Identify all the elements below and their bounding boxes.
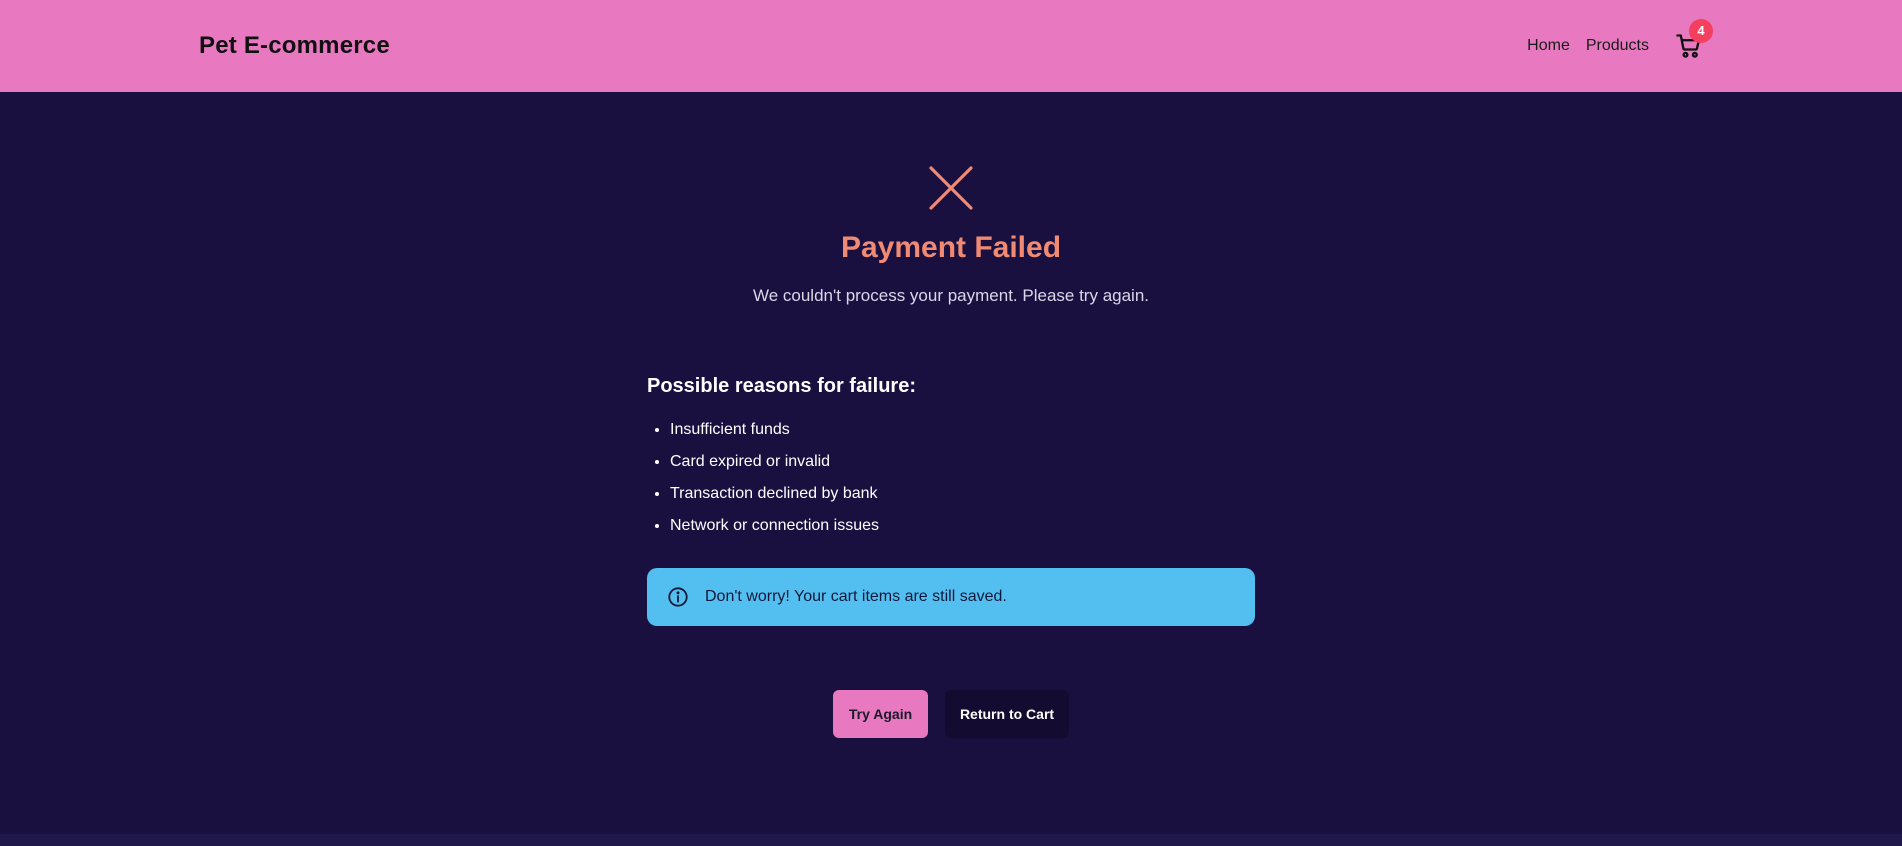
payment-failed-page: Pet E-commerce Home Products 4 Payment F… — [0, 0, 1902, 846]
reason-item: Card expired or invalid — [670, 446, 1255, 478]
brand-logo[interactable]: Pet E-commerce — [199, 32, 390, 60]
page-title: Payment Failed — [840, 231, 1062, 264]
reasons-heading: Possible reasons for failure: — [647, 375, 916, 397]
reason-item: Network or connection issues — [670, 510, 1255, 542]
action-buttons: Try Again Return to Cart — [0, 690, 1902, 738]
info-circle-icon — [668, 587, 688, 607]
cart-saved-notice: Don't worry! Your cart items are still s… — [647, 568, 1255, 626]
reasons-list: Insufficient funds Card expired or inval… — [647, 414, 1255, 542]
cart-count-badge: 4 — [1689, 19, 1713, 43]
top-navbar: Pet E-commerce Home Products 4 — [0, 0, 1902, 92]
try-again-button[interactable]: Try Again — [833, 690, 928, 738]
footer-strip — [0, 834, 1902, 846]
navbar-inner: Pet E-commerce Home Products 4 — [199, 0, 1713, 92]
cart-button[interactable]: 4 — [1675, 19, 1713, 60]
reason-item: Insufficient funds — [670, 414, 1255, 446]
nav-links: Home Products 4 — [1511, 19, 1713, 60]
failure-reasons: Possible reasons for failure: Insufficie… — [647, 375, 1255, 542]
reason-item: Transaction declined by bank — [670, 478, 1255, 510]
nav-link-home[interactable]: Home — [1527, 37, 1570, 55]
return-to-cart-button[interactable]: Return to Cart — [945, 690, 1069, 738]
x-close-icon — [929, 166, 973, 210]
status-message: We couldn't process your payment. Please… — [752, 286, 1150, 305]
nav-link-products[interactable]: Products — [1586, 37, 1649, 55]
notice-text: Don't worry! Your cart items are still s… — [705, 588, 1007, 605]
main-content: Payment Failed We couldn't process your … — [0, 92, 1902, 846]
